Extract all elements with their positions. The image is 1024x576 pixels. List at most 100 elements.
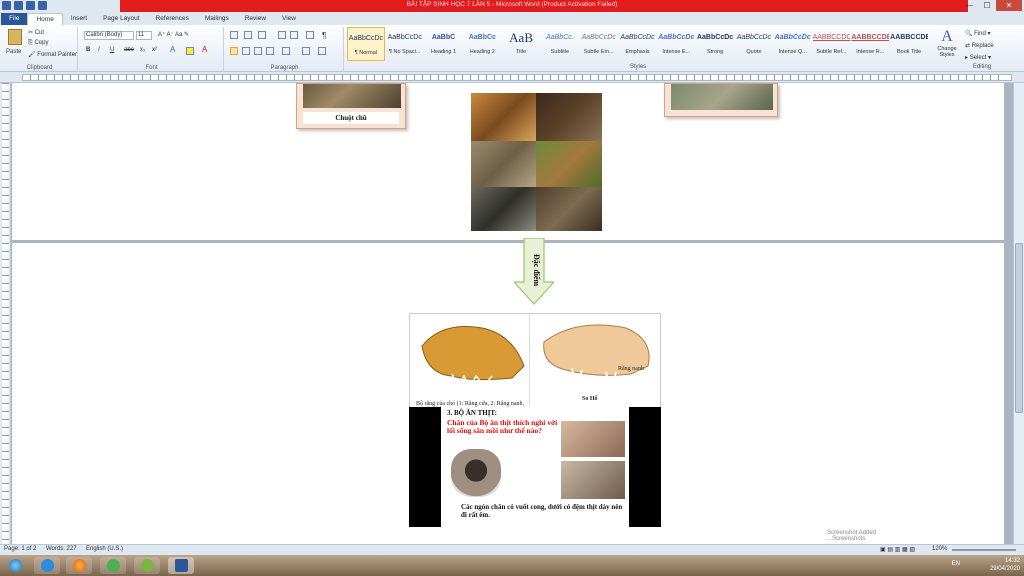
style-book-title[interactable]: AABBCCDE Book Title bbox=[890, 27, 928, 61]
font-size-select[interactable]: 11 bbox=[136, 31, 152, 40]
page-count[interactable]: Page: 1 of 2 bbox=[4, 546, 36, 552]
underline-button[interactable]: U bbox=[110, 47, 114, 53]
carnivore-slide-image[interactable]: 3. BỘ ĂN THỊT: Chân của Bộ ăn thịt thích… bbox=[409, 407, 661, 527]
style-strong[interactable]: AaBbCcDc Strong bbox=[696, 27, 734, 61]
wolverine-photo bbox=[536, 187, 602, 231]
grow-font-button[interactable]: A⁺ A⁻ Aa ✎ bbox=[158, 31, 189, 38]
start-button[interactable] bbox=[2, 557, 28, 574]
replace-button[interactable]: ⇄ Replace bbox=[965, 40, 994, 52]
mole-caption: Chuột chũ bbox=[303, 112, 399, 124]
taskbar-app-green-2[interactable] bbox=[134, 557, 160, 574]
find-button[interactable]: 🔍 Find ▾ bbox=[965, 28, 994, 40]
decrease-indent-icon[interactable] bbox=[278, 31, 286, 39]
style-no-spacing[interactable]: AaBbCcDc ¶ No Spaci... bbox=[386, 27, 424, 61]
show-formatting-icon[interactable]: ¶ bbox=[322, 31, 326, 40]
minimize-button[interactable]: — bbox=[960, 0, 978, 11]
style-emphasis[interactable]: AaBbCcDc Emphasis bbox=[619, 27, 657, 61]
borders-icon[interactable] bbox=[318, 47, 326, 55]
style-quote[interactable]: AaBbCcDc Quote bbox=[735, 27, 773, 61]
increase-indent-icon[interactable] bbox=[290, 31, 298, 39]
taskbar: 14:32 29/04/2020 EN bbox=[0, 555, 1024, 576]
tab-review[interactable]: Review bbox=[237, 13, 274, 25]
input-language[interactable]: EN bbox=[952, 561, 960, 567]
style-preview: AaBbCcDc bbox=[620, 34, 655, 41]
highlight-icon[interactable] bbox=[186, 47, 194, 55]
taskbar-firefox[interactable] bbox=[66, 557, 92, 574]
skull-comparison-image[interactable]: Bộ răng của chó (1: Răng cửa, 2: Răng na… bbox=[409, 313, 661, 413]
style-preview: AaBbCcDc bbox=[736, 34, 771, 41]
font-name-select[interactable]: Calibri (Body) bbox=[84, 31, 134, 40]
tab-home[interactable]: Home bbox=[27, 13, 63, 25]
shading-icon[interactable] bbox=[302, 47, 310, 55]
tab-page-layout[interactable]: Page Layout bbox=[95, 13, 148, 25]
view-buttons[interactable]: ▣ ▤ ▥ ▦ ▧ bbox=[880, 546, 915, 553]
tab-mailings[interactable]: Mailings bbox=[197, 13, 237, 25]
justify-icon[interactable] bbox=[266, 47, 274, 55]
paste-button[interactable]: Paste bbox=[6, 49, 21, 55]
style-name: ¶ Normal bbox=[354, 50, 378, 56]
tab-file[interactable]: File bbox=[1, 13, 28, 25]
format-painter-label: Format Painter bbox=[37, 52, 77, 58]
align-center-icon[interactable] bbox=[242, 47, 250, 55]
tab-insert[interactable]: Insert bbox=[63, 13, 95, 25]
bullets-icon[interactable] bbox=[230, 31, 238, 39]
format-painter-button[interactable]: 🖌 Format Painter bbox=[28, 51, 77, 58]
horizontal-ruler[interactable] bbox=[0, 72, 1024, 83]
style-subtle-reference[interactable]: AABBCCDC Subtle Ref... bbox=[813, 27, 851, 61]
subscript-button[interactable]: x₂ bbox=[140, 47, 145, 53]
clock-date[interactable]: 29/04/2020 bbox=[990, 565, 1020, 573]
numbering-icon[interactable] bbox=[244, 31, 252, 39]
taskbar-ie[interactable] bbox=[34, 557, 60, 574]
green-app-icon-2 bbox=[140, 559, 154, 572]
text-effects-icon[interactable]: A bbox=[170, 45, 175, 54]
copy-button[interactable]: ⎘ Copy bbox=[28, 40, 48, 47]
align-right-icon[interactable] bbox=[254, 47, 262, 55]
line-spacing-icon[interactable] bbox=[282, 47, 290, 55]
bold-button[interactable]: B bbox=[86, 47, 90, 53]
font-color-icon[interactable]: A bbox=[202, 45, 207, 54]
style-heading-1[interactable]: AaBbC Heading 1 bbox=[425, 27, 463, 61]
animal-card-left[interactable]: Chuột chũ bbox=[296, 83, 406, 129]
tab-references[interactable]: References bbox=[148, 13, 197, 25]
vertical-ruler[interactable] bbox=[0, 83, 11, 544]
maximize-button[interactable]: ☐ bbox=[978, 0, 996, 11]
style-intense-emphasis[interactable]: AaBbCcDc Intense E... bbox=[657, 27, 695, 61]
word-count[interactable]: Words: 227 bbox=[46, 546, 77, 552]
style-intense-quote[interactable]: AaBbCcDc Intense Q... bbox=[774, 27, 812, 61]
tiger-skull-caption: So Hổ bbox=[582, 396, 598, 402]
scrollbar-thumb[interactable] bbox=[1015, 243, 1023, 413]
close-button[interactable]: ✕ bbox=[996, 0, 1022, 11]
clock-time[interactable]: 14:32 bbox=[990, 557, 1020, 565]
taskbar-word[interactable] bbox=[168, 557, 194, 574]
internet-explorer-icon bbox=[40, 559, 54, 572]
page-1[interactable]: Chuột chũ bbox=[12, 83, 1004, 240]
tab-view[interactable]: View bbox=[274, 13, 304, 25]
slide-content: 3. BỘ ĂN THỊT: Chân của Bộ ăn thịt thích… bbox=[441, 407, 629, 527]
style-title[interactable]: AaB Title bbox=[502, 27, 540, 61]
style-intense-reference[interactable]: AABBCCDE Intense R... bbox=[851, 27, 889, 61]
language-status[interactable]: English (U.S.) bbox=[86, 546, 123, 552]
cut-button[interactable]: ✂ Cut bbox=[28, 29, 44, 36]
italic-button[interactable]: I bbox=[98, 47, 100, 53]
align-left-icon[interactable] bbox=[230, 47, 238, 55]
vertical-scrollbar[interactable] bbox=[1013, 83, 1024, 544]
tiger-photo bbox=[471, 93, 536, 141]
sort-icon[interactable] bbox=[306, 31, 314, 39]
select-button[interactable]: ▸ Select ▾ bbox=[965, 52, 994, 64]
style-heading-2[interactable]: AaBbCc Heading 2 bbox=[463, 27, 501, 61]
animal-card-right[interactable] bbox=[664, 83, 778, 117]
paw-illustration bbox=[451, 449, 501, 497]
change-styles-button[interactable]: A Change Styles bbox=[935, 28, 959, 58]
style-subtle-emphasis[interactable]: AaBbCcDc Subtle Em... bbox=[580, 27, 618, 61]
style-normal[interactable]: AaBbCcDc ¶ Normal bbox=[347, 27, 385, 61]
style-subtitle[interactable]: AaBbCc. Subtitle bbox=[541, 27, 579, 61]
strikethrough-button[interactable]: abe bbox=[124, 47, 134, 53]
superscript-button[interactable]: x² bbox=[152, 47, 157, 53]
zoom-level[interactable]: 120% bbox=[932, 546, 947, 552]
paste-icon[interactable] bbox=[8, 29, 22, 45]
clipboard-group-label: Clipboard bbox=[26, 65, 53, 71]
zoom-slider[interactable] bbox=[952, 549, 1016, 551]
multilevel-list-icon[interactable] bbox=[258, 31, 266, 39]
document-area[interactable]: Chuột chũ Đặc điểm Bộ răng của chó (1: R… bbox=[11, 83, 1013, 544]
taskbar-app-green[interactable] bbox=[100, 557, 126, 574]
